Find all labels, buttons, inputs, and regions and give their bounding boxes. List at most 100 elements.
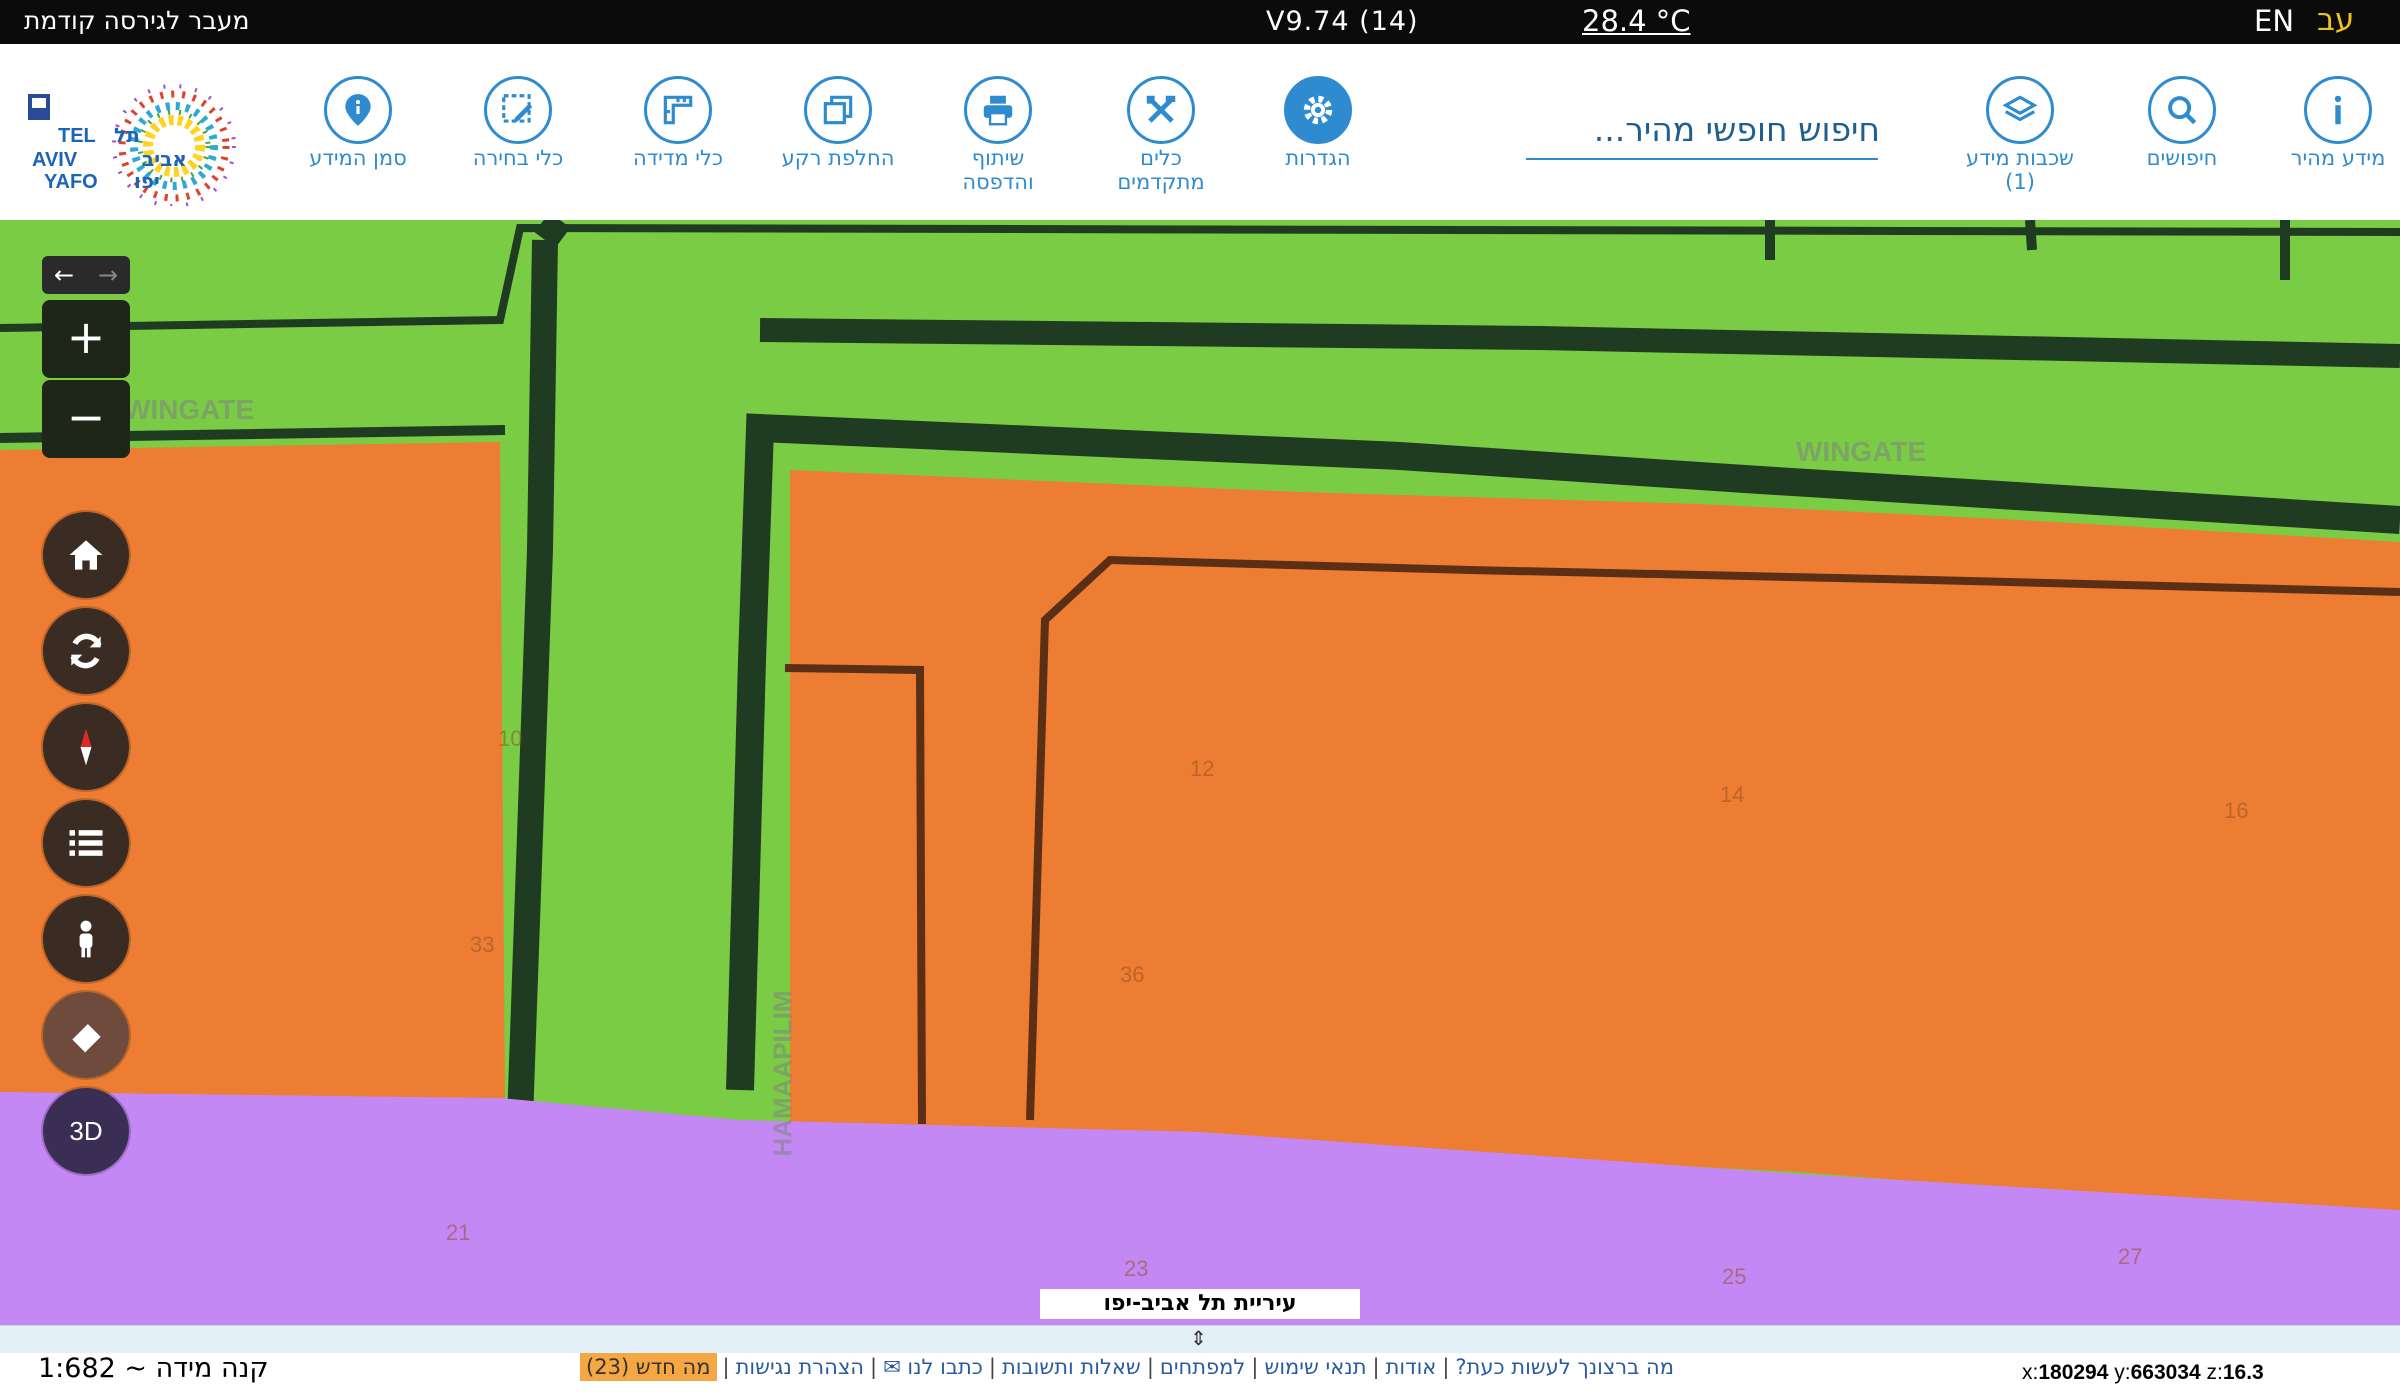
pegman-icon — [79, 920, 93, 958]
printer-icon — [964, 76, 1032, 144]
svg-text:TEL: TEL — [58, 125, 96, 147]
parcel-number: 21 — [446, 1220, 471, 1245]
language-hebrew-button[interactable]: עב — [2317, 2, 2354, 38]
settings-label: הגדרות — [1285, 146, 1351, 170]
layers-button[interactable]: שכבות מידע (1) — [1940, 76, 2100, 194]
refresh-icon — [70, 633, 102, 669]
city-emblem-icon — [28, 94, 50, 120]
layers-count: (1) — [2005, 170, 2035, 194]
parcel-number: 16 — [2224, 798, 2249, 823]
advanced-tools-label-2: מתקדמים — [1117, 170, 1205, 194]
layers-label: שכבות מידע — [1966, 146, 2074, 170]
previous-version-link[interactable]: מעבר לגירסה קודמת — [24, 6, 249, 35]
map-credit: עיריית תל אביב-יפו — [1040, 1289, 1360, 1319]
measure-tools-button[interactable]: כלי מדידה — [598, 76, 758, 170]
parcel-number: 27 — [2118, 1244, 2143, 1269]
coord-x: 180294 — [2038, 1361, 2109, 1384]
parcel-number: 12 — [1190, 756, 1215, 781]
parcel-number: 23 — [1124, 1256, 1149, 1281]
legend-list-button[interactable] — [43, 800, 129, 886]
svg-text:AVIV: AVIV — [32, 149, 78, 171]
select-tools-label: כלי בחירה — [472, 146, 564, 170]
share-print-label-1: שיתוף — [971, 146, 1025, 170]
main-toolbar: מידע מהיר חיפושים שכבות מידע (1) הגדרות … — [0, 52, 2400, 220]
select-edit-icon — [484, 76, 552, 144]
quick-info-label: מידע מהיר — [2290, 146, 2386, 170]
copy-icon — [804, 76, 872, 144]
info-marker-button[interactable]: סמן המידע — [278, 76, 438, 170]
street-label-hamaapilim: HAMAAPILIM — [767, 990, 798, 1157]
developers-link[interactable]: למפתחים — [1160, 1355, 1245, 1379]
parcel-number: 25 — [1722, 1264, 1747, 1289]
map-canvas[interactable]: WINGATE WINGATE HAMAAPILIM 12 14 16 10 3… — [0, 220, 2400, 1325]
language-english-button[interactable]: EN — [2254, 4, 2294, 38]
switch-background-label: החלפת רקע — [781, 146, 895, 170]
share-print-button[interactable]: שיתוף והדפסה — [918, 76, 1078, 194]
parcel-number: 10 — [498, 726, 523, 751]
refresh-button[interactable] — [43, 608, 129, 694]
eraser-icon — [70, 1024, 101, 1055]
footer-links: מה ברצונך לעשות כעת?|אודות|תנאי שימוש|למ… — [580, 1353, 1674, 1381]
tools-icon — [1127, 76, 1195, 144]
home-button[interactable] — [43, 512, 129, 598]
search-icon — [2148, 76, 2216, 144]
svg-text:תל: תל — [114, 123, 140, 147]
scale-label: קנה מידה ~ 1:682 — [38, 1353, 269, 1384]
map-pin-icon — [324, 76, 392, 144]
info-marker-label: סמן המידע — [309, 146, 407, 170]
eraser-button[interactable] — [43, 992, 129, 1078]
advanced-tools-button[interactable]: כלים מתקדמים — [1081, 76, 1241, 194]
coord-y: 663034 — [2130, 1361, 2201, 1384]
ruler-icon — [644, 76, 712, 144]
quick-info-button[interactable]: מידע מהיר — [2258, 76, 2400, 170]
parcel-number: 14 — [1720, 782, 1745, 807]
info-icon — [2304, 76, 2372, 144]
version-label: V9.74 (14) — [1266, 6, 1419, 37]
advanced-tools-label-1: כלים — [1140, 146, 1182, 170]
svg-text:אביב: אביב — [142, 147, 187, 171]
zoom-in-button[interactable]: + — [42, 300, 130, 378]
svg-text:YAFO: YAFO — [44, 171, 98, 193]
contact-link[interactable]: כתבו לנו ✉ — [883, 1355, 983, 1379]
envelope-icon: ✉ — [883, 1355, 901, 1379]
searches-button[interactable]: חיפושים — [2102, 76, 2262, 170]
panel-splitter[interactable]: ⇕ — [0, 1325, 2400, 1354]
list-icon — [69, 830, 103, 856]
parcel-number: 33 — [470, 932, 495, 957]
share-print-label-2: והדפסה — [962, 170, 1034, 194]
layers-icon — [1986, 76, 2054, 144]
zoom-out-button[interactable]: − — [42, 380, 130, 458]
switch-background-button[interactable]: החלפת רקע — [758, 76, 918, 170]
svg-text:יפו: יפו — [134, 169, 160, 193]
contact-label: כתבו לנו — [907, 1355, 983, 1379]
forward-arrow-button[interactable]: → — [86, 256, 130, 294]
settings-button[interactable]: הגדרות — [1238, 76, 1398, 170]
street-label-wingate-left: WINGATE — [124, 394, 255, 425]
coord-z: 16.3 — [2222, 1361, 2264, 1384]
home-icon — [69, 540, 103, 570]
status-bar: קנה מידה ~ 1:682 מה ברצונך לעשות כעת?|או… — [0, 1353, 2400, 1392]
compass-icon — [80, 728, 92, 766]
expand-collapse-icon[interactable]: ⇕ — [1190, 1326, 1207, 1350]
street-label-wingate-right: WINGATE — [1796, 436, 1927, 467]
3d-view-button[interactable]: 3D — [43, 1088, 129, 1174]
about-link[interactable]: אודות — [1386, 1355, 1437, 1379]
what-to-do-link[interactable]: מה ברצונך לעשות כעת? — [1455, 1355, 1674, 1379]
top-bar: מעבר לגירסה קודמת V9.74 (14) 28.4 °C EN … — [0, 0, 2400, 44]
searches-label: חיפושים — [2146, 146, 2218, 170]
tel-aviv-yafo-logo: TEL AVIV YAFO תל אביב יפו — [22, 82, 254, 208]
terms-link[interactable]: תנאי שימוש — [1264, 1355, 1366, 1379]
quick-search-input[interactable] — [1526, 100, 1882, 158]
coordinates-readout: x:180294 y:663034 z:16.3 — [2022, 1361, 2264, 1384]
street-view-button[interactable] — [43, 896, 129, 982]
history-nav: ← → — [42, 256, 130, 294]
quick-search-field — [1526, 100, 1882, 160]
whats-new-link[interactable]: מה חדש (23) — [580, 1353, 717, 1381]
select-tools-button[interactable]: כלי בחירה — [438, 76, 598, 170]
accessibility-link[interactable]: הצהרת נגישות — [736, 1355, 864, 1379]
compass-button[interactable] — [43, 704, 129, 790]
faq-link[interactable]: שאלות ותשובות — [1002, 1355, 1141, 1379]
temperature-link[interactable]: 28.4 °C — [1582, 4, 1691, 38]
back-arrow-button[interactable]: ← — [42, 256, 86, 294]
gear-icon — [1284, 76, 1352, 144]
